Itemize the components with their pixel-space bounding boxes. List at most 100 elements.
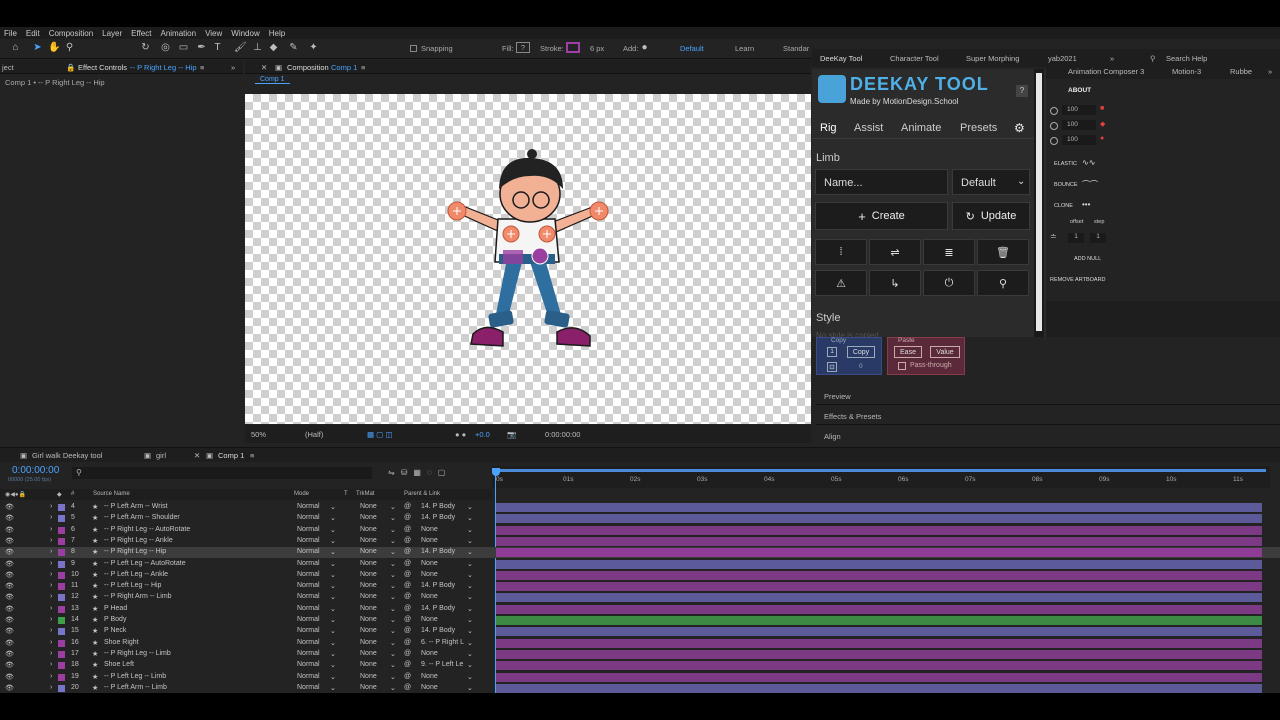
chevron-right-icon[interactable]: ›: [50, 605, 52, 612]
trkmat-chevron[interactable]: ⌄: [390, 673, 396, 681]
trkmat-chevron[interactable]: ⌄: [390, 560, 396, 568]
limb-tool-6-icon[interactable]: ↳: [869, 270, 921, 296]
radio-2[interactable]: [1050, 122, 1058, 130]
panel-menu-icon[interactable]: ≡: [200, 63, 204, 72]
layer-row[interactable]: 👁 › 8 ★ -- P Right Leg -- Hip Normal None @14. …: [0, 547, 1280, 559]
layer-row[interactable]: 👁 › 18 ★ Shoe Left Normal None @9. -- P Left Le…: [0, 660, 1280, 671]
limb-preset-select[interactable]: Default ⌄: [952, 169, 1030, 195]
layer-duration-bar[interactable]: [496, 649, 1262, 659]
layer-parent[interactable]: None: [421, 616, 438, 623]
layer-name[interactable]: -- P Right Leg -- Ankle: [104, 537, 173, 544]
brush-tool-icon[interactable]: 🖌: [234, 42, 247, 53]
pickwhip-icon[interactable]: @: [404, 560, 411, 567]
mode-chevron[interactable]: ⌄: [330, 593, 336, 601]
layer-row[interactable]: 👁 › 15 ★ P Neck Normal None @14. P Body ⌄ ⌄ ⌄: [0, 626, 1280, 637]
layer-mode[interactable]: Normal: [297, 684, 320, 691]
layer-duration-bar[interactable]: [496, 570, 1262, 580]
layer-mode[interactable]: Normal: [297, 560, 320, 567]
tab-super-morphing[interactable]: Super Morphing: [966, 54, 1019, 63]
tab-yab2021[interactable]: yab2021: [1048, 54, 1077, 63]
layer-parent[interactable]: None: [421, 593, 438, 600]
tab-deekay-tool[interactable]: DeeKay Tool: [820, 54, 862, 63]
value-2[interactable]: 100: [1062, 120, 1096, 130]
trkmat-chevron[interactable]: ⌄: [390, 684, 396, 692]
copy-index[interactable]: 1: [827, 347, 837, 357]
layer-mode[interactable]: Normal: [297, 650, 320, 657]
layer-mode[interactable]: Normal: [297, 514, 320, 521]
layer-duration-bar[interactable]: [496, 616, 1262, 625]
trkmat-chevron[interactable]: ⌄: [390, 650, 396, 658]
layer-name[interactable]: -- P Right Leg -- AutoRotate: [104, 526, 190, 533]
trkmat-chevron[interactable]: ⌄: [390, 616, 396, 624]
layer-name[interactable]: -- P Left Arm -- Limb: [104, 684, 167, 691]
layer-parent[interactable]: 14. P Body: [421, 582, 455, 589]
update-button[interactable]: ↻ Update: [952, 202, 1030, 230]
parent-chevron[interactable]: ⌄: [467, 560, 473, 568]
parent-chevron[interactable]: ⌄: [467, 650, 473, 658]
layer-parent[interactable]: 14. P Body: [421, 514, 455, 521]
paste-value-button[interactable]: Value: [930, 346, 960, 358]
layer-trkmat[interactable]: None: [360, 650, 377, 657]
composition-canvas[interactable]: [245, 94, 811, 424]
align-panel-header[interactable]: Align: [816, 427, 1280, 445]
add-null-button[interactable]: ADD NULL: [1074, 256, 1101, 262]
snapshot-icon[interactable]: 📷: [507, 430, 516, 439]
pickwhip-icon[interactable]: @: [404, 582, 411, 589]
layer-trkmat[interactable]: None: [360, 514, 377, 521]
layer-mode[interactable]: Normal: [297, 503, 320, 510]
layer-trkmat[interactable]: None: [360, 503, 377, 510]
elastic-button[interactable]: ELASTIC: [1054, 161, 1077, 167]
selection-tool-icon[interactable]: ➤: [32, 42, 43, 53]
offset-value[interactable]: 1: [1068, 233, 1084, 243]
tab-character-tool[interactable]: Character Tool: [890, 54, 939, 63]
mode-chevron[interactable]: ⌄: [330, 616, 336, 624]
clone-button[interactable]: CLONE: [1054, 203, 1073, 209]
timeline-switches-icons[interactable]: ⇋⛁▦◌▢: [388, 468, 451, 477]
parent-chevron[interactable]: ⌄: [467, 548, 473, 556]
parent-chevron[interactable]: ⌄: [467, 582, 473, 590]
layer-trkmat[interactable]: None: [360, 526, 377, 533]
mode-chevron[interactable]: ⌄: [330, 661, 336, 669]
layer-duration-bar[interactable]: [496, 503, 1262, 512]
chevron-right-icon[interactable]: ›: [50, 526, 52, 533]
search-help[interactable]: Search Help: [1166, 54, 1207, 63]
label-color-swatch[interactable]: [58, 639, 65, 647]
pickwhip-icon[interactable]: @: [404, 548, 411, 555]
tab-project[interactable]: ject: [2, 63, 14, 72]
chevron-right-icon[interactable]: ›: [50, 514, 52, 521]
timeline-timecode[interactable]: 0:00:00:00: [12, 465, 59, 476]
layer-parent[interactable]: None: [421, 650, 438, 657]
layer-duration-bar[interactable]: [496, 683, 1262, 693]
layer-duration-bar[interactable]: [496, 514, 1262, 524]
rectangle-tool-icon[interactable]: ▭: [178, 42, 189, 53]
add-shape-icon[interactable]: ●: [639, 42, 650, 53]
expand-icon[interactable]: »: [1268, 67, 1272, 76]
chevron-right-icon[interactable]: ›: [50, 661, 52, 668]
parent-chevron[interactable]: ⌄: [467, 616, 473, 624]
mode-chevron[interactable]: ⌄: [330, 627, 336, 635]
trkmat-chevron[interactable]: ⌄: [390, 537, 396, 545]
parent-chevron[interactable]: ⌄: [467, 593, 473, 601]
label-color-swatch[interactable]: [58, 571, 65, 579]
layer-row[interactable]: 👁 › 19 ★ -- P Left Leg -- Limb Normal None @ Non…: [0, 672, 1280, 683]
label-color-swatch[interactable]: [58, 537, 65, 545]
trkmat-chevron[interactable]: ⌄: [390, 548, 396, 556]
pickwhip-icon[interactable]: @: [404, 661, 411, 668]
layer-duration-bar[interactable]: [496, 536, 1262, 546]
align-icon[interactable]: ≐: [1050, 232, 1057, 241]
menu-layer[interactable]: Layer: [102, 29, 122, 38]
layer-parent[interactable]: None: [421, 684, 438, 691]
grid-icon[interactable]: ▦ ▢ ◫: [367, 430, 392, 439]
limb-tool-3-icon[interactable]: ≣: [923, 239, 975, 265]
layer-duration-bar[interactable]: [496, 604, 1262, 614]
layer-row[interactable]: 👁 › 11 ★ -- P Left Leg -- Hip Normal None @14. …: [0, 581, 1280, 592]
parent-chevron[interactable]: ⌄: [467, 526, 473, 534]
help-button[interactable]: ?: [1016, 85, 1028, 97]
power-icon[interactable]: ⏻: [923, 270, 975, 296]
panel-menu-icon[interactable]: ≡: [361, 63, 365, 72]
limb-tool-5-icon[interactable]: ⚠: [815, 270, 867, 296]
pickwhip-icon[interactable]: @: [404, 673, 411, 680]
layer-row[interactable]: 👁 › 13 ★ P Head Normal None @14. P Body ⌄ ⌄ ⌄: [0, 604, 1280, 615]
eraser-tool-icon[interactable]: ◆: [268, 42, 279, 53]
copy-style-button[interactable]: Copy: [847, 346, 875, 358]
